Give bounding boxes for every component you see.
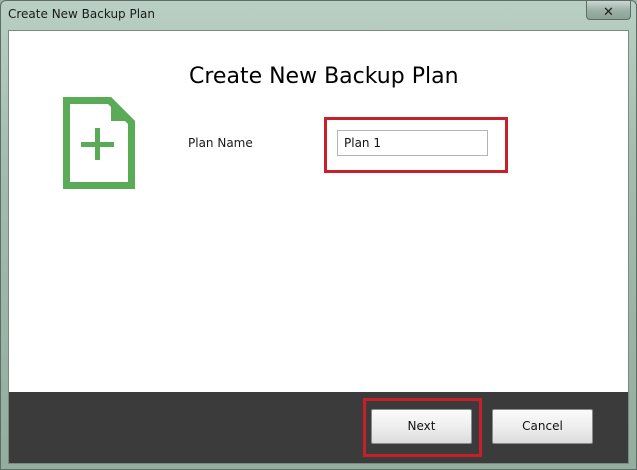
- plan-name-input[interactable]: [337, 130, 488, 156]
- button-bar: Next Cancel: [9, 392, 628, 463]
- title-bar[interactable]: Create New Backup Plan: [1, 1, 636, 29]
- next-highlight-box: [363, 398, 482, 457]
- plan-name-label: Plan Name: [188, 136, 253, 150]
- window-title: Create New Backup Plan: [8, 7, 156, 21]
- cancel-button[interactable]: Cancel: [492, 409, 593, 444]
- dialog-content: Create New Backup Plan Plan Name Next Ca…: [8, 30, 629, 464]
- close-icon: ✕: [603, 5, 614, 20]
- new-document-plus-icon: [61, 95, 137, 191]
- close-button[interactable]: ✕: [586, 1, 631, 20]
- page-title: Create New Backup Plan: [189, 64, 459, 89]
- dialog-window: Create New Backup Plan ✕ Create New Back…: [0, 0, 637, 470]
